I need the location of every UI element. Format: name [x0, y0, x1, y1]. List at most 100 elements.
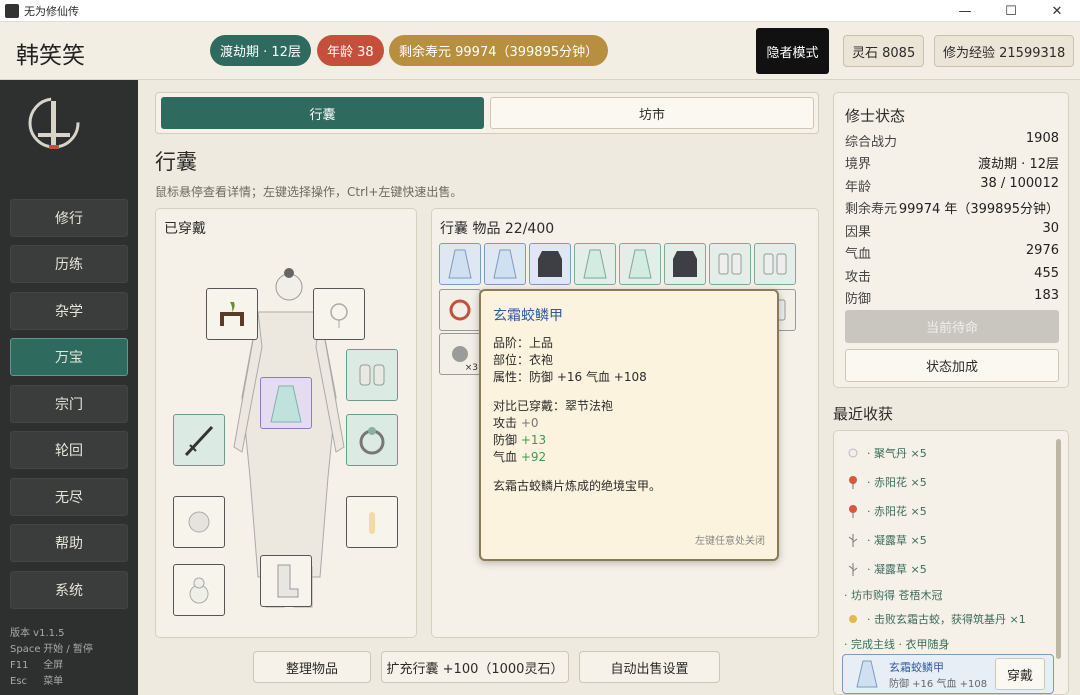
- compare-value: +92: [520, 450, 547, 464]
- stat-label: 年龄: [845, 180, 872, 195]
- standby-button: 当前待命: [845, 310, 1059, 343]
- bag-item-ring-red[interactable]: [439, 289, 481, 331]
- slot-gourd[interactable]: [173, 564, 225, 616]
- slot-weapon[interactable]: [173, 414, 225, 466]
- recent-scrollbar[interactable]: [1056, 439, 1061, 659]
- slot-boots[interactable]: [260, 555, 312, 607]
- stat-row: 年龄 38 / 100012: [845, 176, 1059, 195]
- stat-label: 综合战力: [845, 135, 898, 150]
- nav-sect[interactable]: 宗门: [10, 385, 128, 423]
- sidebar-footer: 版本 v1.1.5 Space 开始 / 暂停 F11 全屏 Esc 菜单: [10, 626, 93, 690]
- version-label: 版本 v1.1.5: [10, 628, 65, 639]
- stat-label: 防御: [845, 292, 872, 307]
- nav-endless[interactable]: 无尽: [10, 478, 128, 516]
- bag-item-bracers[interactable]: [709, 243, 751, 285]
- equipment-title: 已穿戴: [164, 221, 206, 237]
- ring-icon: [359, 427, 385, 455]
- slot-necklace[interactable]: [313, 288, 365, 340]
- recent-item-text: · 赤阳花 ×5: [867, 476, 927, 489]
- tab-market[interactable]: 坊市: [490, 97, 814, 129]
- equipment-panel: 已穿戴: [155, 208, 417, 638]
- bag-item-armor-dark[interactable]: [664, 243, 706, 285]
- shortcut-key: F11: [10, 660, 29, 671]
- necklace-icon: [330, 303, 348, 328]
- main-tabs: 行囊 坊市: [155, 92, 819, 134]
- bag-item-robe-blue[interactable]: [484, 243, 526, 285]
- flower-icon: [846, 475, 860, 489]
- slot-accessory[interactable]: [346, 496, 398, 548]
- slot-talisman[interactable]: [173, 496, 225, 548]
- bracers-icon: [718, 253, 742, 275]
- spirit-stone-counter: 灵石 8085: [843, 35, 925, 67]
- nav-adventure[interactable]: 历练: [10, 245, 128, 283]
- tab-bag[interactable]: 行囊: [161, 97, 484, 129]
- tooltip-item-name: 玄霜蛟鳞甲: [493, 308, 563, 324]
- tooltip-compare-title: 对比已穿戴：翠节法袍: [493, 399, 614, 413]
- compare-label: 气血: [493, 450, 521, 464]
- lifespan-badge: 剩余寿元 99974（399895分钟）: [389, 35, 609, 66]
- slot-ring[interactable]: [346, 414, 398, 466]
- nav-system[interactable]: 系统: [10, 571, 128, 609]
- bag-item-robe-green[interactable]: [619, 243, 661, 285]
- hermit-mode-button[interactable]: 隐者模式: [756, 28, 829, 74]
- nav-treasures[interactable]: 万宝: [10, 338, 128, 376]
- recent-item: · 聚气丹 ×5: [846, 445, 927, 461]
- stat-row: 因果 30: [845, 221, 1059, 240]
- tooltip-compare-attack: 攻击 +0: [493, 415, 765, 432]
- robe-icon: [493, 249, 517, 279]
- window-controls: — ☐ ✕: [942, 0, 1080, 22]
- stat-row: 攻击 455: [845, 266, 1059, 285]
- expand-bag-button[interactable]: 扩充行囊 +100（1000灵石）: [381, 651, 569, 683]
- shortcut-desc: 全屏: [43, 660, 64, 671]
- nav-misc-learning[interactable]: 杂学: [10, 292, 128, 330]
- nav-cultivate[interactable]: 修行: [10, 199, 128, 237]
- stat-row: 境界 渡劫期 · 12层: [845, 153, 1059, 172]
- auto-sell-settings-button[interactable]: 自动出售设置: [579, 651, 720, 683]
- nav-reincarnation[interactable]: 轮回: [10, 431, 128, 469]
- tooltip-attributes: 属性：防御 +16 气血 +108: [493, 370, 647, 384]
- recent-item: · 击败玄霜古蛟，获得筑基丹 ×1: [846, 611, 1026, 627]
- wear-button[interactable]: 穿戴: [995, 658, 1045, 690]
- bag-item-armor-dark[interactable]: [529, 243, 571, 285]
- recent-equipment-card[interactable]: 玄霜蛟鳞甲 防御 +16 气血 +108 穿戴: [842, 654, 1054, 694]
- nav-help[interactable]: 帮助: [10, 524, 128, 562]
- stat-value: 455: [1034, 266, 1059, 281]
- window-title: 无为修仙传: [24, 4, 79, 18]
- bag-item-pearl[interactable]: ×3: [439, 333, 481, 375]
- slot-crown[interactable]: [206, 288, 258, 340]
- ring-icon: [449, 299, 471, 321]
- status-bonus-button[interactable]: 状态加成: [845, 349, 1059, 382]
- minimize-icon[interactable]: —: [942, 0, 988, 22]
- bag-item-robe-blue[interactable]: [439, 243, 481, 285]
- status-panel: 修士状态 综合战力 1908 境界 渡劫期 · 12层 年龄 38 / 100012 …: [833, 92, 1069, 388]
- stat-value: 1908: [1025, 131, 1059, 146]
- stat-row: 剩余寿元 99974 年（399895分钟）: [845, 198, 1059, 217]
- coin-icon: [846, 612, 860, 626]
- stat-row: 防御 183: [845, 288, 1059, 307]
- stat-label: 攻击: [845, 270, 872, 285]
- maximize-icon[interactable]: ☐: [988, 0, 1034, 22]
- slot-robe[interactable]: [260, 377, 312, 429]
- stat-row: 气血 2976: [845, 243, 1059, 262]
- slot-bracers[interactable]: [346, 349, 398, 401]
- recent-item-text: · 聚气丹 ×5: [867, 447, 927, 460]
- sort-items-button[interactable]: 整理物品: [253, 651, 371, 683]
- bracers-icon: [359, 364, 385, 386]
- recent-item: · 赤阳花 ×5: [846, 503, 927, 519]
- close-icon[interactable]: ✕: [1034, 0, 1080, 22]
- recent-item: · 赤阳花 ×5: [846, 474, 927, 490]
- shortcut-desc: 菜单: [43, 676, 64, 687]
- recent-item-text: · 凝露草 ×5: [867, 534, 927, 547]
- stat-label: 因果: [845, 225, 872, 240]
- bag-item-robe-green[interactable]: [574, 243, 616, 285]
- robe-icon: [628, 249, 652, 279]
- window-titlebar: 无为修仙传 — ☐ ✕: [0, 0, 1080, 22]
- stat-label: 气血: [845, 247, 872, 262]
- bag-item-bracers[interactable]: [754, 243, 796, 285]
- recent-item-text: · 凝露草 ×5: [867, 563, 927, 576]
- compare-label: 攻击: [493, 416, 521, 430]
- card-item-name: 玄霜蛟鳞甲: [889, 661, 944, 674]
- compare-value: +0: [520, 416, 539, 430]
- tooltip-close-hint: 左键任意处关闭: [695, 536, 765, 547]
- item-tooltip[interactable]: 玄霜蛟鳞甲 品阶：上品 部位：衣袍 属性：防御 +16 气血 +108 对比已穿…: [479, 289, 779, 561]
